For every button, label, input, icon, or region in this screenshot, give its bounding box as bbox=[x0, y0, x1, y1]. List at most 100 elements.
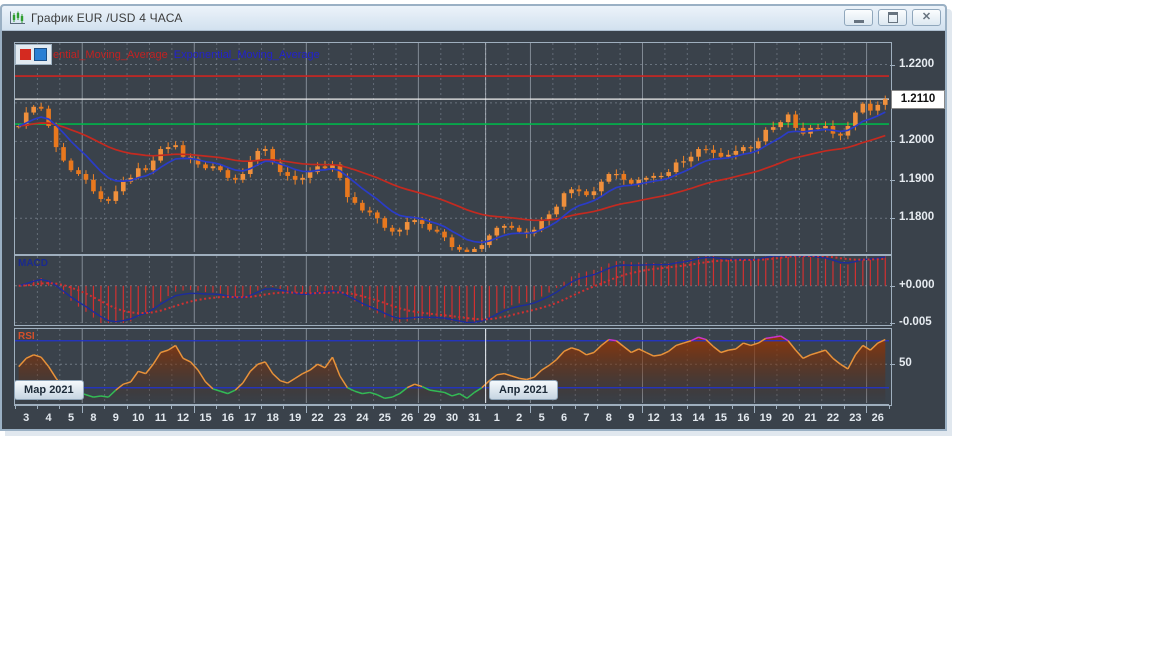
x-tick-label: 24 bbox=[356, 412, 369, 424]
legend-swatch-box bbox=[15, 44, 52, 65]
x-axis-tick bbox=[485, 405, 487, 409]
x-axis-tick bbox=[417, 405, 419, 413]
x-tick-label: 11 bbox=[154, 412, 167, 424]
x-axis-tick bbox=[821, 405, 823, 409]
x-tick-label: 13 bbox=[669, 412, 683, 424]
x-axis-tick bbox=[104, 405, 106, 409]
x-axis-tick bbox=[731, 405, 733, 409]
x-axis-tick bbox=[305, 405, 307, 413]
chart-window: График EUR /USD 4 ЧАСА ✕ ential_Moving_A… bbox=[0, 4, 947, 431]
rsi-panel-label: RSI bbox=[18, 331, 35, 342]
macd-panel-label: MACD bbox=[18, 258, 48, 269]
x-tick-label: 5 bbox=[538, 412, 545, 424]
axis-tick bbox=[890, 64, 895, 66]
minimize-icon bbox=[853, 19, 864, 23]
macd-panel[interactable] bbox=[14, 255, 892, 326]
x-axis-tick bbox=[216, 405, 218, 409]
price-tick-label: 1.1800 bbox=[899, 211, 935, 224]
x-tick-label: 21 bbox=[804, 412, 817, 424]
x-axis-tick bbox=[574, 405, 576, 409]
x-tick-label: 17 bbox=[244, 412, 257, 424]
x-axis-tick bbox=[395, 405, 397, 409]
x-tick-label: 26 bbox=[871, 412, 884, 424]
x-tick-label: 12 bbox=[647, 412, 660, 424]
window-title: График EUR /USD 4 ЧАСА bbox=[31, 11, 183, 25]
indicator-legend: ential_Moving_Average Exponential_Moving… bbox=[15, 44, 320, 65]
x-tick-label: 31 bbox=[468, 412, 481, 424]
price-panel[interactable] bbox=[14, 42, 892, 255]
x-tick-label: 22 bbox=[311, 412, 324, 424]
macd-tick-label: -0.005 bbox=[899, 316, 932, 328]
ema-red-swatch-icon bbox=[20, 49, 31, 60]
current-price-label: 1.2110 bbox=[891, 90, 945, 110]
x-axis-tick bbox=[193, 405, 195, 413]
ema-blue-label: Exponential_Moving_Average bbox=[173, 48, 320, 61]
x-tick-label: 23 bbox=[849, 412, 862, 424]
axis-tick bbox=[890, 141, 895, 143]
axis-tick bbox=[890, 364, 895, 366]
x-tick-label: 19 bbox=[289, 412, 302, 424]
minimize-button[interactable] bbox=[844, 9, 873, 26]
x-axis-tick bbox=[709, 405, 711, 409]
window-titlebar[interactable]: График EUR /USD 4 ЧАСА ✕ bbox=[2, 6, 945, 31]
restore-button[interactable] bbox=[878, 9, 907, 26]
x-tick-label: 15 bbox=[199, 412, 212, 424]
chart-app-icon bbox=[8, 11, 26, 26]
x-axis-tick bbox=[238, 405, 240, 409]
month-label-april: Апр 2021 bbox=[489, 380, 558, 400]
price-axis: 1.2200 1.2000 1.1900 1.1800 1.2110 +0.000 -0.0… bbox=[890, 32, 945, 429]
chart-client-area: ential_Moving_Average Exponential_Moving… bbox=[2, 32, 945, 429]
x-axis: 3 4 5 8 9 10 11 12 15 16 17 18 19 22 23 24 25 26 29 30 31 1 2 5… bbox=[2, 404, 945, 430]
x-axis-tick bbox=[126, 405, 128, 409]
x-axis-tick bbox=[619, 405, 621, 409]
x-tick-label: 7 bbox=[583, 412, 590, 424]
x-tick-label: 29 bbox=[423, 412, 436, 424]
x-tick-label: 18 bbox=[266, 412, 279, 424]
x-tick-label: 6 bbox=[560, 412, 568, 424]
x-tick-label: 2 bbox=[516, 412, 523, 424]
x-axis-tick bbox=[754, 405, 756, 413]
x-tick-label: 12 bbox=[176, 412, 190, 424]
x-tick-label: 1 bbox=[493, 412, 500, 424]
x-axis-tick bbox=[283, 405, 285, 409]
x-tick-label: 22 bbox=[826, 412, 840, 424]
price-tick-label: 1.2000 bbox=[899, 134, 935, 147]
x-tick-label: 30 bbox=[445, 412, 459, 424]
x-axis-tick bbox=[776, 405, 778, 409]
ema-red-label: ential_Moving_Average bbox=[53, 48, 168, 61]
x-tick-label: 19 bbox=[759, 412, 772, 424]
x-axis-tick bbox=[552, 405, 554, 409]
x-axis-tick bbox=[440, 405, 442, 409]
price-tick-label: 1.2200 bbox=[899, 57, 935, 70]
x-axis-tick bbox=[350, 405, 352, 409]
x-axis-tick bbox=[261, 405, 262, 409]
x-axis-tick bbox=[373, 405, 375, 409]
close-icon: ✕ bbox=[921, 11, 932, 23]
axis-tick bbox=[890, 179, 895, 181]
ema-blue-swatch-icon bbox=[34, 48, 47, 61]
macd-tick-label: +0.000 bbox=[899, 278, 935, 291]
axis-tick bbox=[890, 285, 895, 287]
x-tick-label: 9 bbox=[112, 412, 119, 424]
axis-tick bbox=[890, 218, 895, 220]
rsi-panel[interactable] bbox=[14, 328, 892, 406]
x-tick-label: 15 bbox=[714, 412, 728, 424]
x-tick-label: 8 bbox=[90, 412, 97, 424]
x-axis-tick bbox=[664, 405, 666, 409]
x-tick-label: 23 bbox=[333, 412, 347, 424]
x-axis-tick bbox=[36, 405, 38, 409]
close-button[interactable]: ✕ bbox=[912, 9, 941, 26]
x-axis-tick bbox=[507, 405, 509, 409]
x-axis-tick bbox=[641, 405, 643, 413]
x-tick-label: 10 bbox=[132, 412, 145, 424]
x-tick-label: 26 bbox=[401, 412, 414, 424]
x-axis-tick bbox=[798, 405, 800, 409]
rsi-tick-label: 50 bbox=[899, 357, 912, 370]
x-axis-tick bbox=[597, 405, 599, 409]
x-axis-tick bbox=[14, 405, 16, 409]
x-tick-label: 4 bbox=[45, 412, 52, 424]
x-axis-tick bbox=[462, 405, 464, 409]
x-tick-label: 16 bbox=[221, 412, 235, 424]
x-tick-label: 5 bbox=[67, 412, 75, 424]
x-axis-tick bbox=[328, 405, 330, 409]
